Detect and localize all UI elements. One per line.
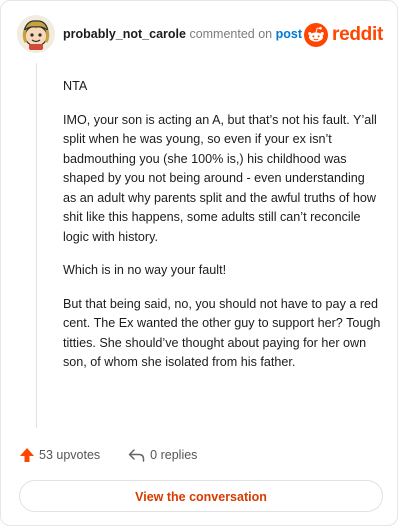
comment-card: probably_not_carole commented on post re… bbox=[0, 0, 398, 526]
reply-count: 0 replies bbox=[150, 448, 198, 462]
comment-paragraph: Which is in no way your fault! bbox=[63, 263, 227, 277]
reddit-brand[interactable]: reddit bbox=[304, 23, 383, 47]
view-conversation-button[interactable]: View the conversation bbox=[19, 480, 383, 512]
post-link[interactable]: post bbox=[276, 27, 302, 41]
username-link[interactable]: probably_not_carole bbox=[63, 27, 186, 41]
upvote-control[interactable]: 53 upvotes bbox=[19, 447, 100, 463]
upvote-arrow-icon[interactable] bbox=[19, 447, 35, 463]
comment-paragraph: IMO, your son is acting an A, but that’s… bbox=[63, 112, 377, 244]
comment-paragraph: But that being said, no, you should not … bbox=[63, 296, 381, 370]
comment-paragraph: NTA bbox=[63, 79, 88, 93]
reply-arrow-icon[interactable] bbox=[128, 447, 146, 463]
reply-control[interactable]: 0 replies bbox=[128, 447, 197, 463]
comment-header: probably_not_carole commented on post re… bbox=[17, 15, 383, 55]
comment-meta: probably_not_carole commented on post bbox=[63, 27, 302, 41]
brand-wordmark: reddit bbox=[332, 24, 383, 45]
action-text: commented on bbox=[189, 27, 273, 41]
avatar[interactable] bbox=[17, 15, 55, 53]
thread-line bbox=[36, 63, 37, 428]
upvote-count: 53 upvotes bbox=[39, 448, 101, 462]
comment-body: NTA IMO, your son is acting an A, but th… bbox=[63, 77, 381, 387]
snoo-avatar-icon bbox=[17, 15, 55, 53]
comment-footer: 53 upvotes 0 replies bbox=[19, 445, 197, 465]
reddit-logo-icon bbox=[304, 23, 329, 47]
